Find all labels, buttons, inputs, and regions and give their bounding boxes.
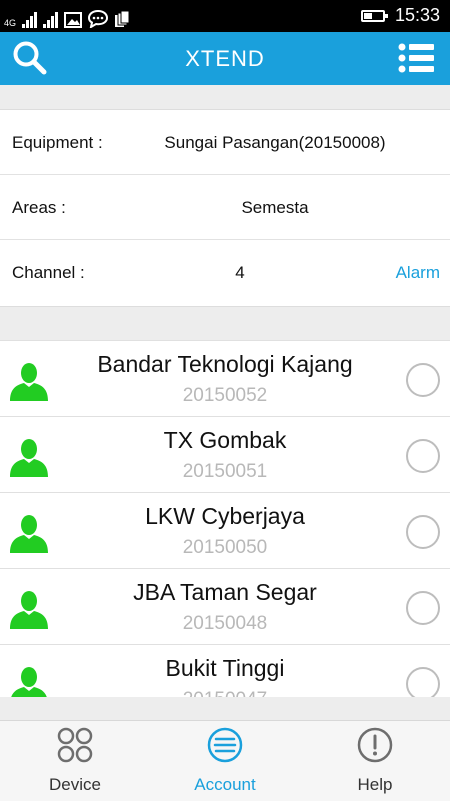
user-avatar-icon xyxy=(10,515,48,553)
account-name: Bukit Tinggi xyxy=(165,655,285,681)
channel-label: Channel : xyxy=(12,263,85,282)
channel-value: 4 xyxy=(235,263,245,282)
battery-fill xyxy=(363,12,372,19)
alarm-link[interactable]: Alarm xyxy=(396,240,440,305)
user-avatar-icon xyxy=(10,439,48,477)
tab-help[interactable]: Help xyxy=(300,721,450,801)
account-name: TX Gombak xyxy=(163,427,287,453)
account-code: 20150048 xyxy=(182,613,268,634)
list-item[interactable]: TX Gombak 20150051 xyxy=(0,416,450,492)
list-item[interactable]: LKW Cyberjaya 20150050 xyxy=(0,492,450,568)
image-notification-icon xyxy=(64,12,83,28)
user-avatar-icon xyxy=(10,591,48,629)
tab-account-label: Account xyxy=(194,775,256,794)
select-radio[interactable] xyxy=(406,515,440,549)
channel-row: Channel : 4 Alarm xyxy=(0,240,450,305)
chat-notification-icon xyxy=(88,10,109,28)
account-code: 20150050 xyxy=(182,537,268,558)
device-grid-icon xyxy=(57,727,93,763)
bottom-navigation: Device Account Help xyxy=(0,720,450,801)
account-list-icon xyxy=(207,727,243,763)
list-item[interactable]: Bandar Teknologi Kajang 20150052 xyxy=(0,340,450,416)
status-right: 15:33 xyxy=(360,5,440,26)
signal-icon xyxy=(22,12,38,28)
account-name: JBA Taman Segar xyxy=(133,579,317,605)
list-item[interactable]: JBA Taman Segar 20150048 xyxy=(0,568,450,644)
status-bar: 4G 15:33 xyxy=(0,0,450,32)
status-left: 4G xyxy=(4,4,130,28)
select-radio[interactable] xyxy=(406,439,440,473)
clock: 15:33 xyxy=(394,5,440,25)
tab-device-label: Device xyxy=(49,775,101,794)
tab-device[interactable]: Device xyxy=(0,721,150,801)
account-code: 20150051 xyxy=(182,461,268,482)
tab-account[interactable]: Account xyxy=(150,721,300,801)
account-code: 20150047 xyxy=(60,689,390,697)
areas-label: Areas : xyxy=(12,198,66,217)
account-list[interactable]: Bandar Teknologi Kajang 20150052 TX Gomb… xyxy=(0,340,450,697)
app-title: XTEND xyxy=(185,46,265,71)
app-bar: XTEND xyxy=(0,32,450,85)
signal-icon-2 xyxy=(43,12,59,28)
equipment-label: Equipment : xyxy=(12,133,103,152)
select-radio[interactable] xyxy=(406,363,440,397)
account-name: LKW Cyberjaya xyxy=(145,503,305,529)
battery-icon xyxy=(360,9,388,22)
user-avatar-icon xyxy=(10,363,48,401)
select-radio[interactable] xyxy=(406,667,440,697)
account-name: Bandar Teknologi Kajang xyxy=(97,351,353,377)
areas-row[interactable]: Areas : Semesta xyxy=(0,175,450,240)
help-exclamation-icon xyxy=(357,727,393,763)
list-menu-icon[interactable] xyxy=(398,42,434,74)
network-type: 4G xyxy=(4,18,17,28)
areas-value: Semesta xyxy=(241,198,309,217)
select-radio[interactable] xyxy=(406,591,440,625)
user-avatar-icon xyxy=(11,667,47,697)
list-item[interactable]: Bukit Tinggi 20150047 xyxy=(0,644,450,697)
equipment-value: Sungai Pasangan(20150008) xyxy=(164,133,386,152)
cards-notification-icon xyxy=(115,10,130,27)
equipment-row[interactable]: Equipment : Sungai Pasangan(20150008) xyxy=(0,110,450,175)
equipment-info-panel: Equipment : Sungai Pasangan(20150008) Ar… xyxy=(0,109,450,307)
account-code: 20150052 xyxy=(182,385,268,406)
tab-help-label: Help xyxy=(357,775,393,794)
